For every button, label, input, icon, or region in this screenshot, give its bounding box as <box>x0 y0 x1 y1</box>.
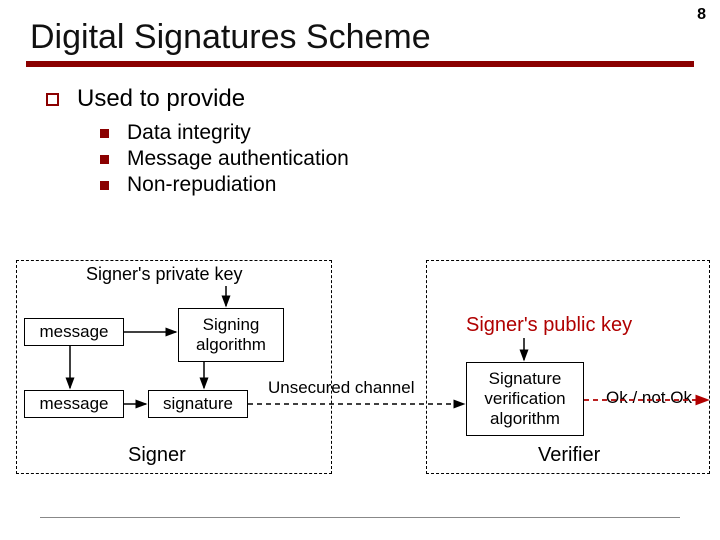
title-rule <box>26 61 694 67</box>
verifier-role-label: Verifier <box>538 444 600 467</box>
list-item: Message authentication <box>100 147 720 171</box>
signer-panel <box>16 260 332 474</box>
bullet-fill-icon <box>100 129 109 138</box>
signature-box: signature <box>148 390 248 418</box>
footer-rule <box>40 517 680 518</box>
bullet-fill-icon <box>100 155 109 164</box>
signer-role-label: Signer <box>128 444 186 467</box>
verify-line1: Signature <box>489 369 562 389</box>
diagram-area: Signer's private key message Signing alg… <box>0 260 720 520</box>
private-key-label: Signer's private key <box>86 264 243 285</box>
signing-line2: algorithm <box>196 335 266 355</box>
verify-box: Signature verification algorithm <box>466 362 584 436</box>
signing-box: Signing algorithm <box>178 308 284 362</box>
signature-text: signature <box>163 394 233 414</box>
channel-label: Unsecured channel <box>268 378 414 398</box>
list-item: Non-repudiation <box>100 173 720 197</box>
page-number: 8 <box>697 6 706 24</box>
bullet-open-icon <box>46 93 59 106</box>
list-item-label: Message authentication <box>127 147 349 171</box>
bullet-fill-icon <box>100 181 109 190</box>
verify-line3: algorithm <box>490 409 560 429</box>
list-heading-row: Used to provide <box>46 85 720 113</box>
signing-line1: Signing <box>203 315 260 335</box>
message-top-box: message <box>24 318 124 346</box>
list-item: Data integrity <box>100 121 720 145</box>
verify-line2: verification <box>484 389 565 409</box>
message-top-text: message <box>40 322 109 342</box>
bullet-list: Used to provide Data integrity Message a… <box>46 85 720 197</box>
list-item-label: Data integrity <box>127 121 251 145</box>
list-item-label: Non-repudiation <box>127 173 276 197</box>
message-bottom-text: message <box>40 394 109 414</box>
message-bottom-box: message <box>24 390 124 418</box>
result-label: Ok / not Ok <box>606 388 692 408</box>
public-key-label: Signer's public key <box>466 314 632 337</box>
list-heading: Used to provide <box>77 85 245 113</box>
slide-title: Digital Signatures Scheme <box>0 0 720 61</box>
